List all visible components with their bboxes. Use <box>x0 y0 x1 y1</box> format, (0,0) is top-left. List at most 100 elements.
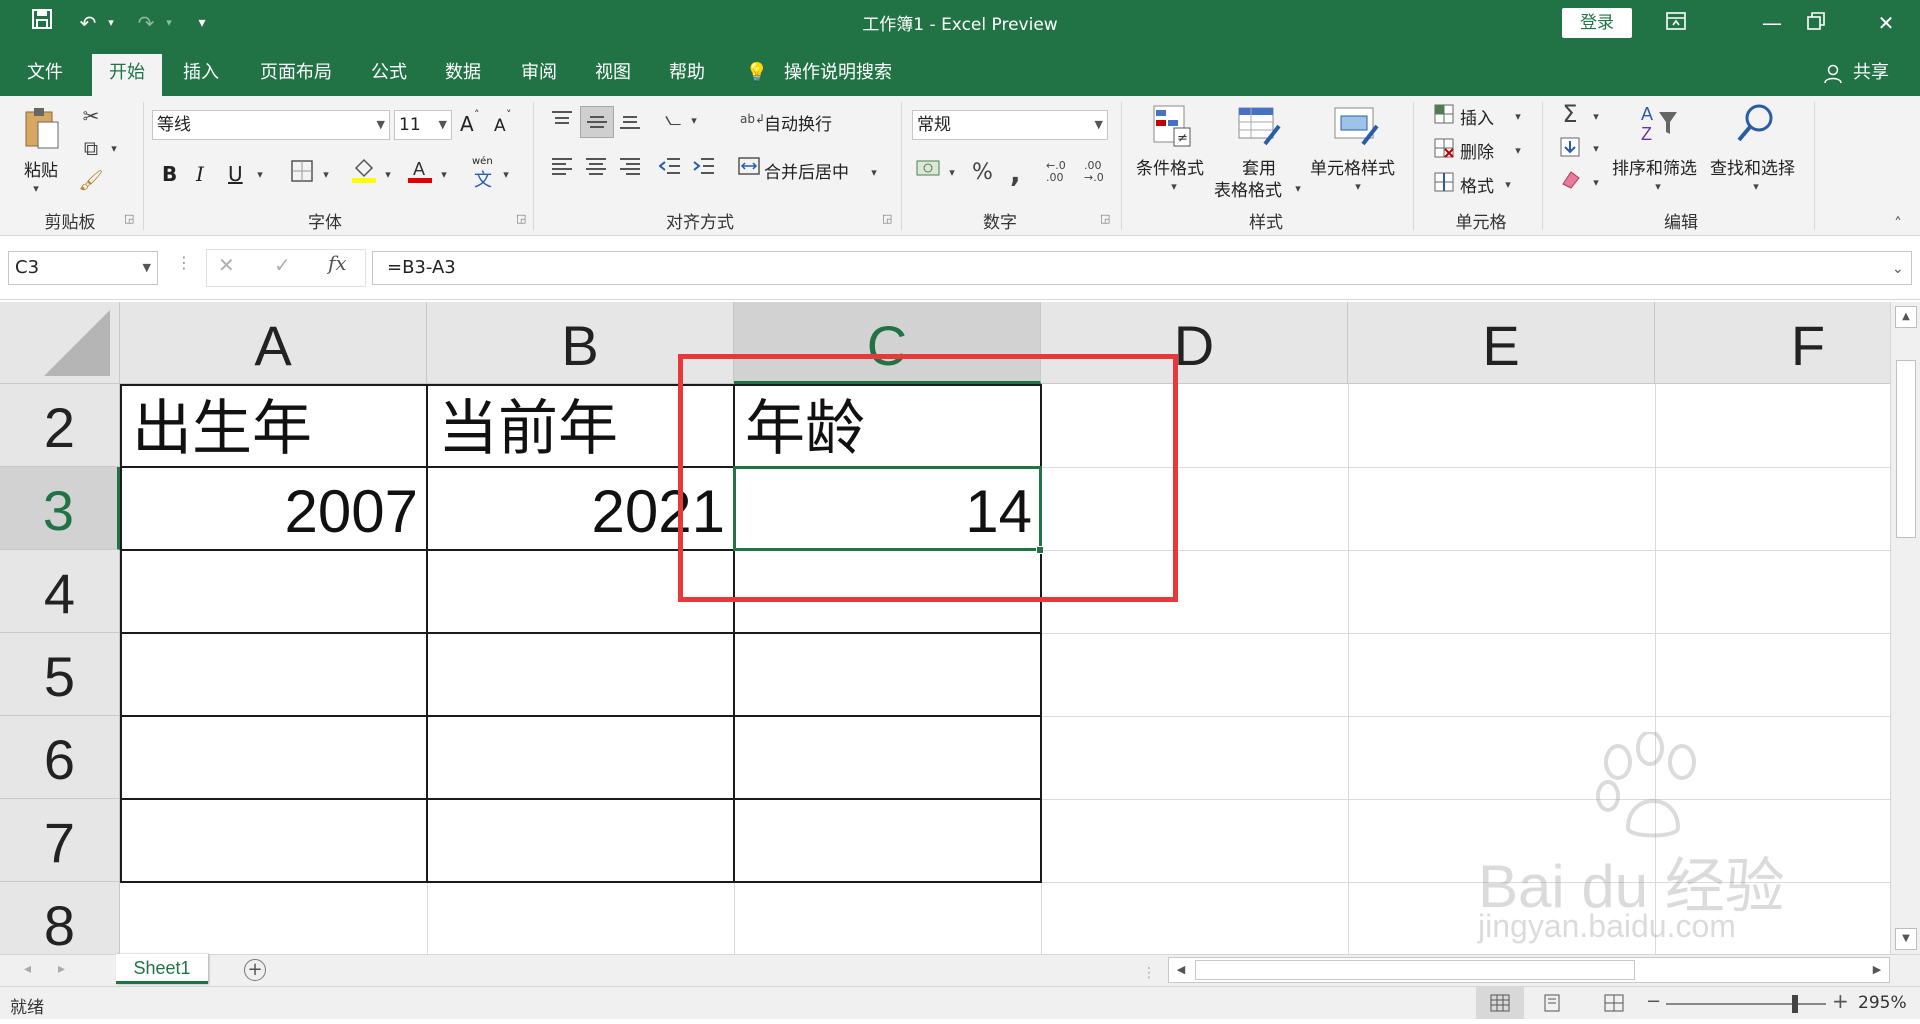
row-header-2[interactable]: 2 <box>0 384 120 467</box>
copy-dropdown-icon[interactable]: ▾ <box>108 142 120 155</box>
format-as-table-dropdown-icon[interactable]: ▾ <box>1292 182 1304 195</box>
merge-center-button[interactable]: 合并后居中 <box>764 158 849 183</box>
name-box[interactable]: C3 ▼ <box>8 251 158 285</box>
cell-a3[interactable]: 2007 <box>122 468 426 549</box>
row-header-4[interactable]: 4 <box>0 550 120 633</box>
cancel-icon[interactable]: ✕ <box>218 253 235 277</box>
font-name-combo[interactable]: 等线 ▼ <box>152 110 390 140</box>
normal-view-icon[interactable] <box>1476 987 1524 1019</box>
scroll-right-icon[interactable]: ▶ <box>1867 960 1887 980</box>
merge-dropdown-icon[interactable]: ▾ <box>868 166 880 179</box>
delete-cells-dropdown-icon[interactable]: ▾ <box>1512 144 1524 157</box>
name-box-dropdown-icon[interactable]: ▼ <box>143 252 151 284</box>
format-cells-icon[interactable] <box>1432 172 1456 197</box>
number-format-combo[interactable]: 常规 ▼ <box>912 110 1108 140</box>
shrink-font-icon[interactable]: A <box>494 116 506 136</box>
format-painter-icon[interactable]: 🖌 <box>76 168 106 192</box>
align-top-icon[interactable] <box>548 110 576 135</box>
tab-formulas[interactable]: 公式 <box>354 56 424 96</box>
orientation-icon[interactable]: ⦦ <box>658 106 688 130</box>
formula-input[interactable]: =B3-A3 <box>372 251 1912 285</box>
grow-font-icon[interactable]: A <box>460 112 474 136</box>
autosum-icon[interactable]: Σ <box>1556 100 1584 128</box>
sort-filter-button[interactable]: 排序和筛选 <box>1612 154 1697 179</box>
italic-button[interactable]: I <box>196 162 204 186</box>
tell-me-search[interactable]: 操作说明搜索 <box>784 56 944 96</box>
scroll-down-icon[interactable]: ▼ <box>1895 928 1917 950</box>
paste-dropdown-icon[interactable]: ▾ <box>30 182 42 195</box>
scroll-left-icon[interactable]: ◀ <box>1171 960 1191 980</box>
cell-styles-dropdown-icon[interactable]: ▾ <box>1352 180 1364 193</box>
insert-cells-dropdown-icon[interactable]: ▾ <box>1512 110 1524 123</box>
decrease-indent-icon[interactable] <box>656 156 684 181</box>
delete-cells-icon[interactable] <box>1432 138 1456 163</box>
cut-icon[interactable]: ✂ <box>76 104 106 128</box>
insert-cells-button[interactable]: 插入 <box>1460 104 1494 129</box>
cell-styles-icon[interactable] <box>1332 104 1380 150</box>
scroll-up-icon[interactable]: ▲ <box>1895 306 1917 328</box>
find-select-dropdown-icon[interactable]: ▾ <box>1750 180 1762 193</box>
tab-home[interactable]: 开始 <box>92 54 162 96</box>
sort-filter-dropdown-icon[interactable]: ▾ <box>1652 180 1664 193</box>
page-break-view-icon[interactable] <box>1604 994 1624 1017</box>
row-header-3[interactable]: 3 <box>0 467 120 550</box>
paste-label[interactable]: 粘贴 <box>24 156 58 181</box>
wrap-text-icon[interactable]: ab↲ <box>740 112 765 126</box>
fill-icon[interactable] <box>1556 136 1584 163</box>
clear-icon[interactable] <box>1556 168 1584 195</box>
next-sheet-icon[interactable]: ▸ <box>58 961 65 977</box>
clear-dropdown-icon[interactable]: ▾ <box>1590 176 1602 189</box>
add-sheet-icon[interactable]: + <box>244 959 266 981</box>
accounting-dropdown-icon[interactable]: ▾ <box>946 166 958 179</box>
cell-a2[interactable]: 出生年 <box>122 386 426 466</box>
format-as-table-line2[interactable]: 表格格式 <box>1214 176 1282 201</box>
prev-sheet-icon[interactable]: ◂ <box>24 961 31 977</box>
zoom-slider[interactable] <box>1666 1003 1826 1005</box>
wrap-text-button[interactable]: 自动换行 <box>764 110 832 135</box>
enter-icon[interactable]: ✓ <box>274 253 291 277</box>
autosum-dropdown-icon[interactable]: ▾ <box>1590 110 1602 123</box>
phonetic-dropdown-icon[interactable]: ▾ <box>500 168 512 181</box>
phonetic-icon[interactable]: 文 <box>474 166 492 192</box>
column-header-f[interactable]: F <box>1655 302 1890 384</box>
row-header-7[interactable]: 7 <box>0 799 120 882</box>
sort-filter-icon[interactable]: AZ <box>1636 102 1682 150</box>
insert-cells-icon[interactable] <box>1432 104 1456 129</box>
align-bottom-icon[interactable] <box>616 110 644 135</box>
font-launcher-icon[interactable]: ◲ <box>516 212 526 225</box>
horizontal-scroll-thumb[interactable] <box>1195 960 1635 980</box>
row-header-8[interactable]: 8 <box>0 882 120 954</box>
restore-icon[interactable] <box>1796 8 1836 38</box>
borders-dropdown-icon[interactable]: ▾ <box>320 168 332 181</box>
underline-button[interactable]: U <box>228 162 243 186</box>
align-right-icon[interactable] <box>616 156 644 181</box>
row-header-6[interactable]: 6 <box>0 716 120 799</box>
decrease-decimal-icon[interactable]: .00 →.0 <box>1084 160 1104 184</box>
align-center-icon[interactable] <box>582 156 610 181</box>
alignment-launcher-icon[interactable]: ◲ <box>882 212 892 225</box>
column-header-e[interactable]: E <box>1348 302 1655 384</box>
fill-color-dropdown-icon[interactable]: ▾ <box>382 168 394 181</box>
increase-decimal-icon[interactable]: ←.0.00 <box>1046 160 1066 184</box>
comma-button[interactable]: , <box>1010 156 1021 189</box>
format-as-table-icon[interactable] <box>1236 104 1284 150</box>
delete-cells-button[interactable]: 删除 <box>1460 138 1494 163</box>
orientation-dropdown-icon[interactable]: ▾ <box>688 114 700 127</box>
tab-help[interactable]: 帮助 <box>652 56 722 96</box>
horizontal-scrollbar[interactable]: ◀ ▶ <box>1168 957 1890 983</box>
format-cells-dropdown-icon[interactable]: ▾ <box>1502 178 1514 191</box>
clipboard-launcher-icon[interactable]: ◲ <box>124 212 134 225</box>
format-cells-button[interactable]: 格式 <box>1460 172 1494 197</box>
conditional-format-dropdown-icon[interactable]: ▾ <box>1168 180 1180 193</box>
accounting-format-icon[interactable] <box>914 158 942 183</box>
font-color-icon[interactable]: A <box>406 158 434 189</box>
zoom-in-icon[interactable]: + <box>1832 989 1849 1013</box>
sheet-tab-sheet1[interactable]: Sheet1 <box>116 954 208 984</box>
underline-dropdown-icon[interactable]: ▾ <box>254 168 266 181</box>
conditional-format-icon[interactable]: ≠ <box>1150 104 1194 150</box>
align-middle-icon[interactable] <box>580 106 614 138</box>
font-size-combo[interactable]: 11 ▼ <box>394 110 452 140</box>
insert-function-icon[interactable]: fx <box>328 251 347 275</box>
row-header-5[interactable]: 5 <box>0 633 120 716</box>
expand-formula-bar-icon[interactable]: ⌄ <box>1892 261 1904 277</box>
